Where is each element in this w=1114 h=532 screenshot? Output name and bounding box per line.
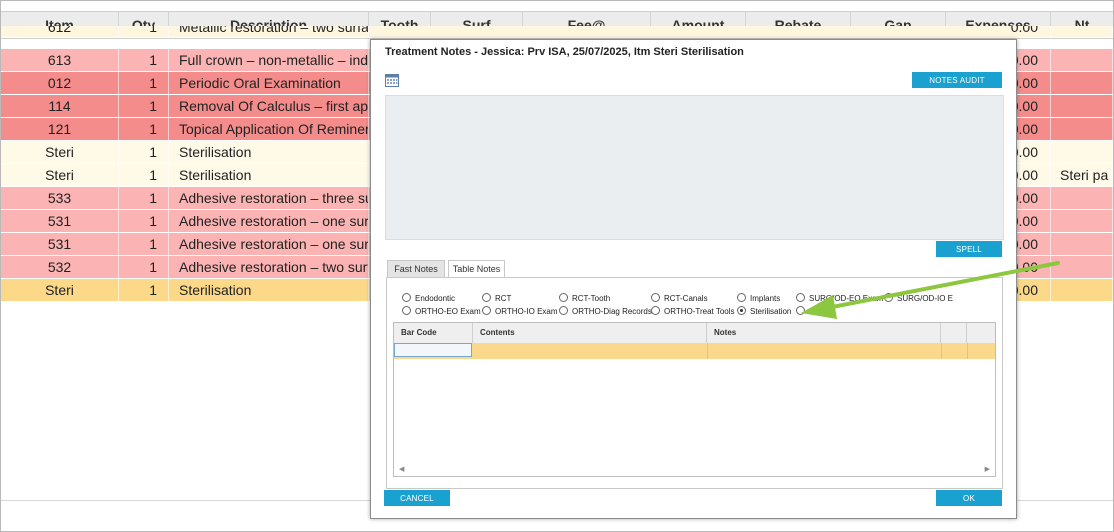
annotation-arrow-icon — [801, 261, 1060, 319]
app-window: Item Qty Description Tooth Surf Fee@ Amo… — [0, 0, 1114, 532]
